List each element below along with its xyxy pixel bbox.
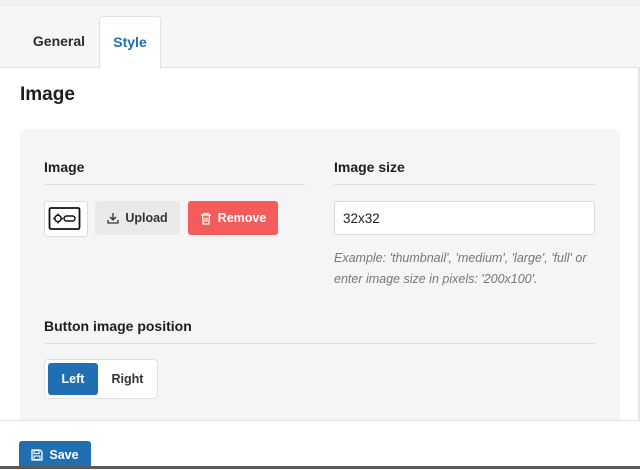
tab-bar: General Style <box>0 6 640 69</box>
upload-button[interactable]: Upload <box>95 201 180 235</box>
download-icon <box>107 213 119 224</box>
position-left-option[interactable]: Left <box>48 363 98 395</box>
divider <box>44 343 595 344</box>
position-right-option[interactable]: Right <box>101 363 154 395</box>
save-button[interactable]: Save <box>19 441 91 469</box>
button-image-position-label: Button image position <box>44 318 192 334</box>
tab-style[interactable]: Style <box>99 16 161 69</box>
image-size-input[interactable] <box>334 201 595 235</box>
floppy-disk-icon <box>31 449 44 461</box>
image-size-label: Image size <box>334 159 405 175</box>
divider <box>44 184 305 185</box>
image-thumbnail[interactable] <box>44 201 88 237</box>
section-title: Image <box>20 84 75 105</box>
upload-button-label: Upload <box>125 211 168 225</box>
remove-button[interactable]: Remove <box>188 201 278 235</box>
image-size-help-text: Example: 'thumbnail', 'medium', 'large',… <box>334 251 587 286</box>
image-placeholder-icon <box>48 207 81 230</box>
footer-bar <box>0 420 640 470</box>
position-toggle-group: Left Right <box>44 359 158 399</box>
tab-general[interactable]: General <box>20 16 98 67</box>
divider <box>334 184 595 185</box>
image-field-label: Image <box>44 159 85 175</box>
save-button-label: Save <box>49 448 79 462</box>
trash-icon <box>200 212 211 225</box>
remove-button-label: Remove <box>217 211 267 225</box>
